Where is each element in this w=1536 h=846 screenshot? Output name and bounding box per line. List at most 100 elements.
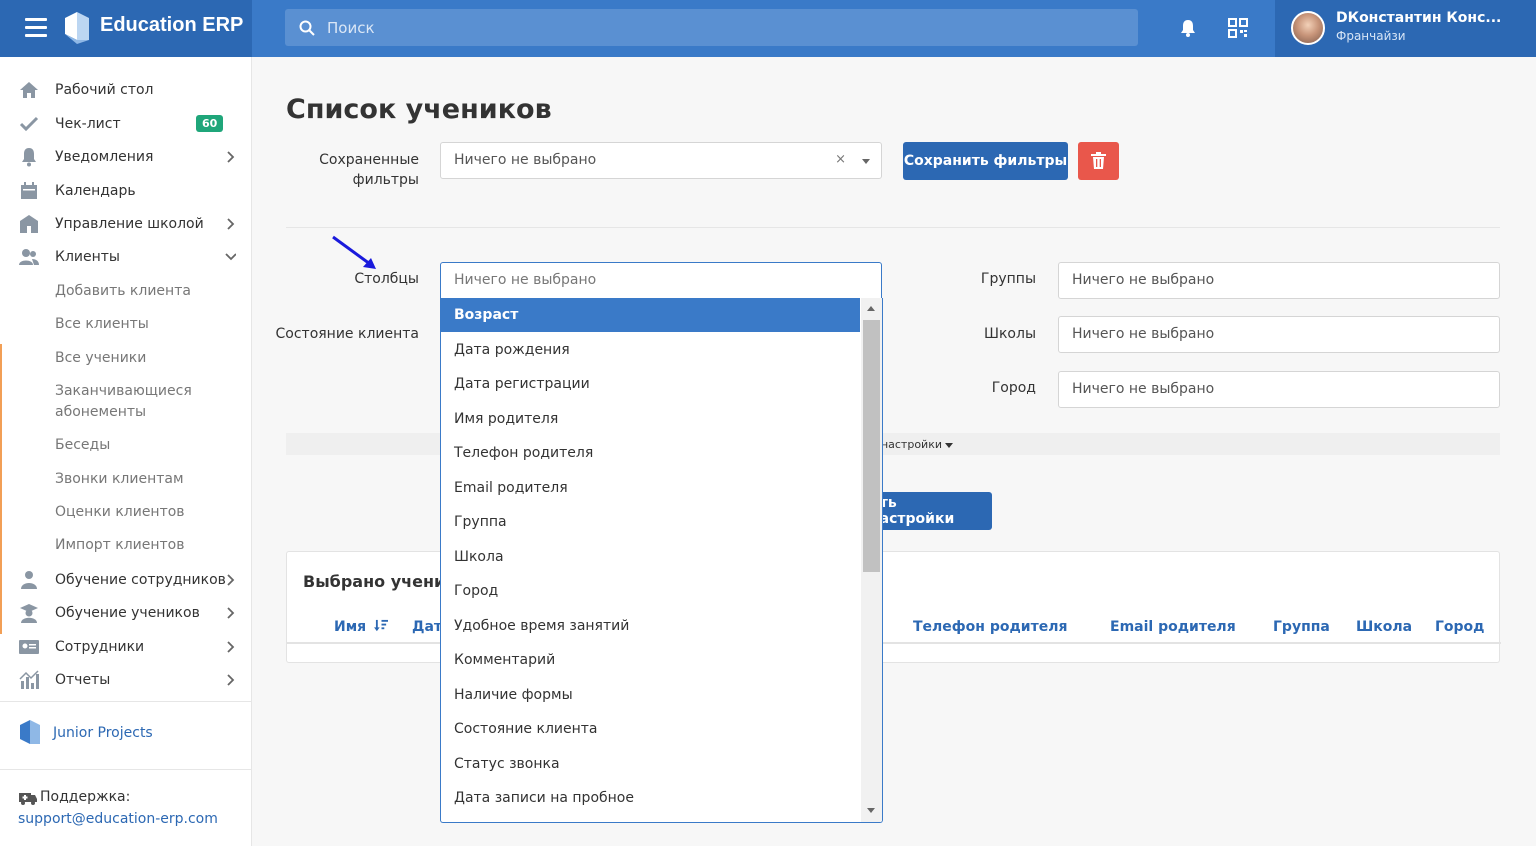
- users-icon: [19, 249, 39, 265]
- check-icon: [19, 116, 39, 132]
- dropdown-option[interactable]: Комментарий: [441, 643, 860, 677]
- scroll-up-icon[interactable]: [867, 306, 875, 311]
- sidebar: Рабочий стол Чек-лист 60 Уведомления Кал…: [0, 57, 252, 846]
- sidebar-subitem-all-students[interactable]: Все ученики: [55, 348, 146, 369]
- saved-filters-label-line1: Сохраненные: [319, 152, 419, 168]
- sidebar-item-reports[interactable]: Отчеты: [0, 665, 252, 695]
- sidebar-item-notifications[interactable]: Уведомления: [0, 142, 252, 172]
- sidebar-subitem-expiring-subscriptions[interactable]: Заканчивающиеся абонементы: [55, 381, 205, 423]
- sidebar-subitem-client-ratings[interactable]: Оценки клиентов: [55, 502, 185, 523]
- schools-select[interactable]: Ничего не выбрано: [1058, 316, 1500, 353]
- user-role: Франчайзи: [1336, 29, 1406, 43]
- dropdown-option[interactable]: Статус звонка: [441, 747, 860, 781]
- saved-filters-select[interactable]: Ничего не выбрано ×: [440, 142, 882, 179]
- dropdown-option[interactable]: Наличие формы: [441, 678, 860, 712]
- dropdown-option[interactable]: Возраст: [441, 298, 860, 332]
- qr-icon[interactable]: [1228, 18, 1248, 38]
- dropdown-option[interactable]: Состояние клиента: [441, 712, 860, 746]
- sidebar-item-checklist[interactable]: Чек-лист 60: [0, 109, 252, 139]
- column-header-parent-email[interactable]: Email родителя: [1110, 619, 1236, 635]
- sidebar-item-clients[interactable]: Клиенты: [0, 242, 252, 272]
- column-header-city[interactable]: Город: [1435, 619, 1485, 635]
- calendar-icon: [21, 182, 37, 199]
- dropdown-option[interactable]: Школа: [441, 540, 860, 574]
- sidebar-item-label: Рабочий стол: [55, 82, 154, 98]
- clear-icon[interactable]: ×: [835, 152, 846, 167]
- avatar: [1291, 11, 1325, 45]
- ambulance-icon: [19, 793, 37, 805]
- sidebar-subitem-add-client[interactable]: Добавить клиента: [55, 281, 191, 302]
- home-icon: [20, 82, 38, 98]
- chevron-right-icon: [227, 674, 235, 686]
- dropdown-scrollbar[interactable]: [861, 298, 882, 822]
- sidebar-subitem-conversations[interactable]: Беседы: [55, 435, 110, 456]
- user-menu[interactable]: DКонстантин Конс... Франчайзи: [1275, 0, 1536, 57]
- caret-down-icon: [945, 442, 953, 448]
- trash-icon: [1091, 152, 1106, 169]
- sidebar-item-calendar[interactable]: Календарь: [0, 176, 252, 206]
- dropdown-option[interactable]: Удобное время занятий: [441, 609, 860, 643]
- sidebar-item-dashboard[interactable]: Рабочий стол: [0, 75, 252, 105]
- scrollbar-thumb[interactable]: [863, 320, 880, 572]
- sidebar-item-staff-training[interactable]: Обучение сотрудников: [0, 565, 252, 595]
- scroll-down-icon[interactable]: [867, 808, 875, 813]
- dropdown-option[interactable]: Группа: [441, 505, 860, 539]
- sort-icon: [374, 619, 389, 632]
- support-email-link[interactable]: support@education-erp.com: [18, 811, 218, 827]
- chevron-right-icon: [227, 218, 235, 230]
- search-input[interactable]: [327, 9, 1117, 46]
- city-select[interactable]: Ничего не выбрано: [1058, 371, 1500, 408]
- save-filters-button[interactable]: Сохранить фильтры: [903, 142, 1068, 180]
- dropdown-option[interactable]: Дата записи на пробное: [441, 781, 860, 815]
- client-state-label: Состояние клиента: [275, 326, 420, 342]
- dropdown-option[interactable]: Дата рождения: [441, 333, 860, 367]
- column-header-parent-phone[interactable]: Телефон родителя: [913, 619, 1067, 635]
- chevron-right-icon: [227, 641, 235, 653]
- saved-filters-value: Ничего не выбрано: [454, 152, 597, 168]
- dropdown-option[interactable]: Email родителя: [441, 471, 860, 505]
- search-icon: [299, 20, 315, 36]
- columns-label: Столбцы: [354, 271, 419, 287]
- groups-label: Группы: [980, 271, 1036, 287]
- menu-icon[interactable]: [25, 18, 47, 38]
- chevron-right-icon: [227, 151, 235, 163]
- search-box[interactable]: [285, 9, 1138, 46]
- column-header-name[interactable]: Имя: [334, 619, 389, 635]
- column-header-school[interactable]: Школа: [1356, 619, 1412, 635]
- org-name[interactable]: Junior Projects: [53, 725, 153, 741]
- annotation-arrow-icon: [332, 235, 376, 269]
- chart-icon: [19, 670, 39, 689]
- dropdown-option[interactable]: Телефон родителя: [441, 436, 860, 470]
- sidebar-item-label: Чек-лист: [55, 116, 121, 132]
- sidebar-divider: [0, 701, 252, 702]
- delete-filter-button[interactable]: [1078, 142, 1119, 180]
- staff-training-icon: [21, 571, 37, 589]
- columns-select[interactable]: Ничего не выбрано: [440, 262, 882, 299]
- page-title: Список учеников: [286, 94, 552, 125]
- sidebar-item-label: Обучение сотрудников: [55, 572, 226, 588]
- sidebar-item-employees[interactable]: Сотрудники: [0, 632, 252, 662]
- bell-icon[interactable]: [1178, 18, 1198, 38]
- dropdown-option[interactable]: Имя родителя: [441, 402, 860, 436]
- id-card-icon: [19, 640, 39, 654]
- logo-icon: [65, 12, 89, 44]
- sidebar-subitem-import-clients[interactable]: Импорт клиентов: [55, 535, 185, 556]
- sidebar-item-label: Обучение учеников: [55, 605, 200, 621]
- sidebar-divider: [0, 769, 252, 770]
- sidebar-item-label: Управление школой: [55, 216, 204, 232]
- sidebar-subitem-client-calls[interactable]: Звонки клиентам: [55, 469, 184, 490]
- column-header-group[interactable]: Группа: [1273, 619, 1330, 635]
- sidebar-subitem-all-clients[interactable]: Все клиенты: [55, 314, 149, 335]
- junior-projects-logo-icon: [20, 720, 40, 744]
- dropdown-option[interactable]: Дата регистрации: [441, 367, 860, 401]
- column-header-label: Имя: [334, 619, 367, 635]
- support-label: Поддержка:: [40, 789, 131, 805]
- brand-name[interactable]: Education ERP: [100, 14, 243, 37]
- sidebar-item-student-training[interactable]: Обучение учеников: [0, 598, 252, 628]
- sidebar-item-school-management[interactable]: Управление школой: [0, 209, 252, 239]
- groups-select[interactable]: Ничего не выбрано: [1058, 262, 1500, 299]
- dropdown-option[interactable]: Город: [441, 574, 860, 608]
- apply-settings-button[interactable]: ить настройки: [870, 492, 992, 530]
- student-training-icon: [20, 604, 38, 623]
- columns-dropdown[interactable]: Возраст Дата рождения Дата регистрации И…: [440, 298, 883, 823]
